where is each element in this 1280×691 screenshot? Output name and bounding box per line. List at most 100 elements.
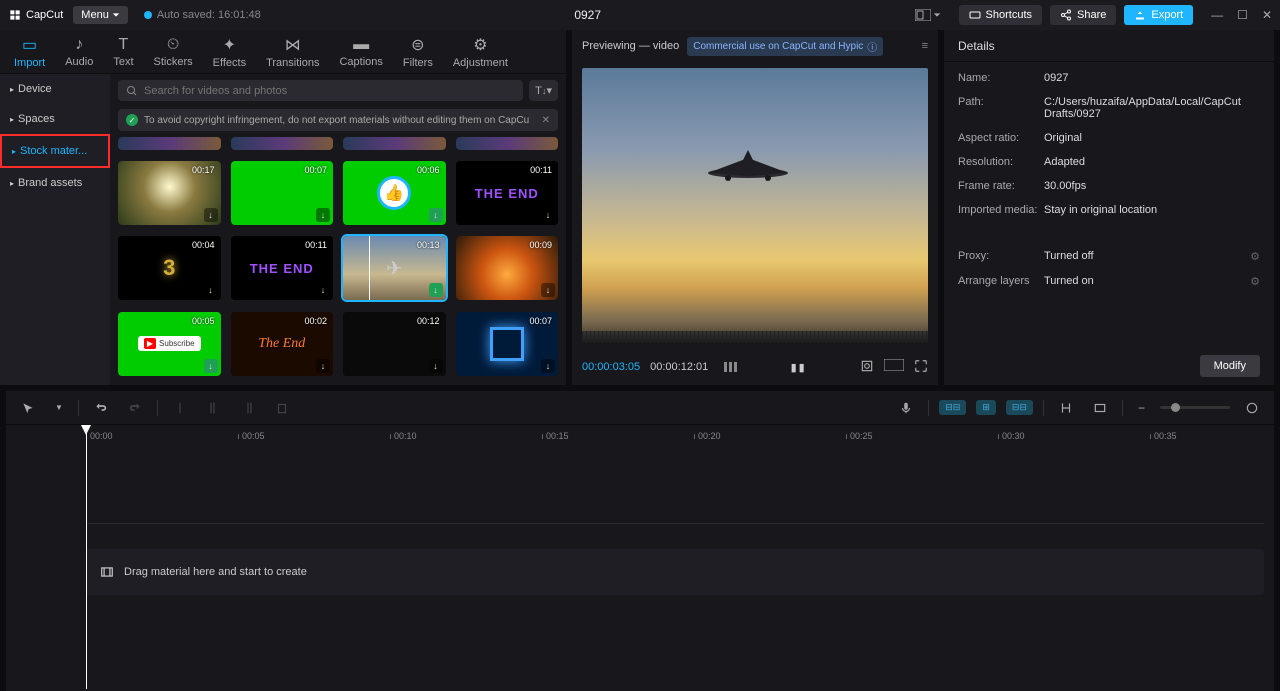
zoom-slider[interactable] [1160,406,1230,409]
download-icon[interactable]: ↓ [316,283,330,297]
sidebar-item-spaces[interactable]: ▸Spaces [0,104,110,134]
download-icon[interactable]: ↓ [316,359,330,373]
tab-captions[interactable]: ▬Captions [339,36,382,68]
film-icon [100,565,114,579]
tab-audio[interactable]: ♪Audio [65,36,93,68]
ruler-tick: 00:30 [998,431,1025,441]
undo-button[interactable] [89,398,113,418]
preview-video[interactable] [582,68,928,343]
close-warning-icon[interactable]: ✕ [542,115,550,126]
cursor-tool[interactable] [16,398,40,418]
autosave-status: Auto saved: 16:01:48 [144,9,261,21]
thumbnail-toggle[interactable] [724,362,737,372]
commercial-badge[interactable]: Commercial use on CapCut and Hypic ⓘ [687,37,883,56]
zoom-out-icon[interactable]: − [1133,398,1150,418]
captions-icon: ▬ [353,36,369,54]
media-thumb[interactable]: 00:07↓ [231,161,334,225]
delete-tool [270,398,294,418]
download-icon[interactable]: ↓ [541,208,555,222]
media-thumb[interactable]: 00:17↓ [118,161,221,225]
time-total: 00:00:12:01 [650,361,708,373]
import-icon: ▭ [22,35,37,55]
fullscreen-icon[interactable] [914,359,928,376]
media-thumb[interactable]: 300:04↓ [118,236,221,300]
mic-icon[interactable] [894,398,918,418]
tab-text[interactable]: TText [113,36,133,68]
sidebar-item-stock-mater-[interactable]: ▸Stock mater... [0,134,110,168]
media-thumb[interactable]: 00:09↓ [456,236,559,300]
download-icon[interactable]: ↓ [204,283,218,297]
tab-adjustment[interactable]: ⚙Adjustment [453,35,508,69]
maximize-icon[interactable]: ☐ [1237,8,1248,22]
text-icon: T [119,36,129,54]
media-thumb[interactable]: THE END00:11↓ [231,236,334,300]
tab-effects[interactable]: ✦Effects [213,35,246,69]
download-icon[interactable]: ↓ [204,208,218,222]
media-thumb[interactable]: The End00:02↓ [231,312,334,376]
detail-row: Aspect ratio:Original [958,132,1260,144]
tab-filters[interactable]: ⊜Filters [403,35,433,69]
sidebar-item-brand-assets[interactable]: ▸Brand assets [0,168,110,198]
stickers-icon: ⏲ [167,36,179,54]
audio-icon: ♪ [75,36,83,54]
check-icon: ✓ [126,114,138,126]
media-thumb[interactable] [118,137,221,150]
detail-row: Frame rate:30.00fps [958,180,1260,192]
preview-axis-icon[interactable] [1088,398,1112,418]
media-thumb[interactable]: 👍00:06↓ [343,161,446,225]
download-icon[interactable]: ↓ [541,359,555,373]
download-icon[interactable]: ↓ [204,359,218,373]
track-toggle-3[interactable]: ⊟⊟ [1006,400,1033,415]
media-thumb[interactable]: ✈00:13↓ [343,236,446,300]
ruler-tick: 00:05 [238,431,265,441]
download-icon[interactable]: ↓ [541,283,555,297]
sidebar-item-device[interactable]: ▸Device [0,74,110,104]
ruler-tick: 00:35 [1150,431,1177,441]
menu-button[interactable]: Menu [73,6,128,24]
pause-button[interactable]: ▮▮ [791,361,807,374]
search-input[interactable] [118,80,523,101]
preview-menu-icon[interactable]: ≡ [922,40,928,52]
track-toggle-2[interactable]: ⊞ [976,400,996,415]
tab-stickers[interactable]: ⏲Stickers [154,36,193,68]
detail-row: Arrange layersTurned on⚙ [958,275,1260,288]
download-icon[interactable]: ↓ [429,359,443,373]
scale-icon[interactable] [860,359,874,376]
media-thumb[interactable]: 00:12↓ [343,312,446,376]
search-icon [126,85,138,97]
sort-button[interactable]: T↓▾ [529,80,558,101]
download-icon[interactable]: ↓ [429,283,443,297]
gear-icon[interactable]: ⚙ [1250,250,1260,263]
media-thumb[interactable] [231,137,334,150]
gear-icon[interactable]: ⚙ [1250,275,1260,288]
ratio-icon[interactable] [915,9,941,21]
cursor-dropdown[interactable]: ▼ [50,400,68,415]
playhead-line[interactable] [86,425,87,689]
track-toggle-1[interactable]: ⊟⊟ [939,400,966,415]
close-icon[interactable]: ✕ [1262,8,1272,22]
media-thumb[interactable]: THE END00:11↓ [456,161,559,225]
media-thumb[interactable]: ▶Subscribe00:05↓ [118,312,221,376]
minimize-icon[interactable]: — [1211,8,1223,22]
zoom-fit-icon[interactable] [1240,398,1264,418]
share-button[interactable]: Share [1050,5,1116,25]
redo-button[interactable] [123,398,147,418]
details-header: Details [944,30,1274,62]
detail-row: Proxy:Turned off⚙ [958,250,1260,263]
shortcuts-button[interactable]: Shortcuts [959,5,1042,25]
download-icon[interactable]: ↓ [429,208,443,222]
export-button[interactable]: Export [1124,5,1193,25]
snap-icon[interactable] [1054,398,1078,418]
ruler-tick: 00:15 [542,431,569,441]
modify-button[interactable]: Modify [1200,355,1260,377]
tab-import[interactable]: ▭Import [14,35,45,69]
drag-hint[interactable]: Drag material here and start to create [86,549,1264,595]
download-icon[interactable]: ↓ [316,208,330,222]
ratio-toggle[interactable] [884,359,904,376]
media-thumb[interactable] [343,137,446,150]
ruler-tick: 00:20 [694,431,721,441]
media-thumb[interactable] [456,137,559,150]
media-thumb[interactable]: 00:07↓ [456,312,559,376]
tab-transitions[interactable]: ⋈Transitions [266,35,319,69]
split-tool [168,398,192,418]
